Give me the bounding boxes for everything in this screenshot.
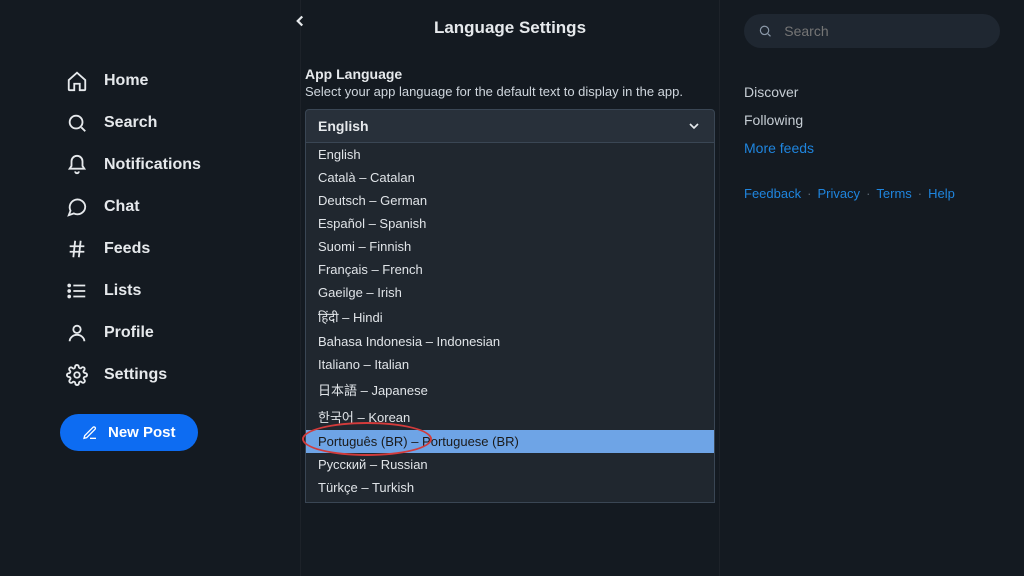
more-feeds-link[interactable]: More feeds	[744, 134, 1000, 162]
footer-help[interactable]: Help	[928, 186, 955, 201]
feeds-box: Discover Following More feeds	[744, 78, 1000, 162]
language-select-wrap: English EnglishCatalà – CatalanDeutsch –…	[305, 109, 715, 503]
search-input[interactable]	[782, 22, 986, 40]
language-option[interactable]: English	[306, 143, 714, 166]
right-panel: Discover Following More feeds Feedback· …	[720, 0, 1024, 576]
language-option[interactable]: Português (BR) – Portuguese (BR)	[306, 430, 714, 453]
language-option[interactable]: 한국어 – Korean	[306, 403, 714, 430]
search-box[interactable]	[744, 14, 1000, 48]
footer-privacy[interactable]: Privacy	[817, 186, 860, 201]
language-option[interactable]: Русский – Russian	[306, 453, 714, 476]
footer-terms[interactable]: Terms	[876, 186, 911, 201]
language-option[interactable]: Suomi – Finnish	[306, 235, 714, 258]
nav-label: Chat	[104, 198, 140, 216]
nav-label: Home	[104, 72, 148, 90]
nav-item-notifications[interactable]: Notifications	[60, 144, 276, 186]
language-option[interactable]: Українська – Ukrainian	[306, 499, 714, 503]
nav-label: Lists	[104, 282, 141, 300]
list-icon	[66, 280, 88, 302]
language-option[interactable]: Español – Spanish	[306, 212, 714, 235]
profile-icon	[66, 322, 88, 344]
app-language-section: App Language Select your app language fo…	[301, 66, 719, 503]
bell-icon	[66, 154, 88, 176]
nav-label: Notifications	[104, 156, 201, 174]
nav-item-settings[interactable]: Settings	[60, 354, 276, 396]
language-option[interactable]: Gaeilge – Irish	[306, 281, 714, 304]
nav-list: Home Search Notifications Chat Feeds Lis…	[60, 60, 276, 396]
compose-icon	[82, 425, 98, 441]
nav-item-lists[interactable]: Lists	[60, 270, 276, 312]
sidebar: Home Search Notifications Chat Feeds Lis…	[0, 0, 300, 576]
nav-item-profile[interactable]: Profile	[60, 312, 276, 354]
language-option[interactable]: Türkçe – Turkish	[306, 476, 714, 499]
nav-item-chat[interactable]: Chat	[60, 186, 276, 228]
language-selected-value: English	[318, 118, 369, 134]
language-option[interactable]: Deutsch – German	[306, 189, 714, 212]
footer-feedback[interactable]: Feedback	[744, 186, 801, 201]
new-post-button[interactable]: New Post	[60, 414, 198, 451]
language-option[interactable]: हिंदी – Hindi	[306, 304, 714, 330]
language-select[interactable]: English	[305, 109, 715, 143]
search-icon	[758, 23, 772, 39]
nav-label: Profile	[104, 324, 154, 342]
nav-item-feeds[interactable]: Feeds	[60, 228, 276, 270]
nav-item-search[interactable]: Search	[60, 102, 276, 144]
settings-panel: Language Settings App Language Select yo…	[300, 0, 720, 576]
language-option[interactable]: 日本語 – Japanese	[306, 376, 714, 403]
language-option[interactable]: Italiano – Italian	[306, 353, 714, 376]
nav-label: Feeds	[104, 240, 150, 258]
new-post-label: New Post	[108, 424, 176, 441]
language-option[interactable]: Bahasa Indonesia – Indonesian	[306, 330, 714, 353]
page-title: Language Settings	[301, 8, 719, 56]
nav-label: Search	[104, 114, 157, 132]
language-option[interactable]: Català – Catalan	[306, 166, 714, 189]
feed-link-following[interactable]: Following	[744, 106, 1000, 134]
home-icon	[66, 70, 88, 92]
nav-label: Settings	[104, 366, 167, 384]
feed-link-discover[interactable]: Discover	[744, 78, 1000, 106]
section-description: Select your app language for the default…	[305, 84, 715, 99]
hash-icon	[66, 238, 88, 260]
language-option[interactable]: Français – French	[306, 258, 714, 281]
chat-icon	[66, 196, 88, 218]
section-heading: App Language	[305, 66, 715, 82]
search-icon	[66, 112, 88, 134]
footer-links: Feedback· Privacy· Terms· Help	[744, 186, 1000, 201]
language-options-list: EnglishCatalà – CatalanDeutsch – GermanE…	[305, 143, 715, 503]
chevron-down-icon	[686, 118, 702, 134]
gear-icon	[66, 364, 88, 386]
nav-item-home[interactable]: Home	[60, 60, 276, 102]
